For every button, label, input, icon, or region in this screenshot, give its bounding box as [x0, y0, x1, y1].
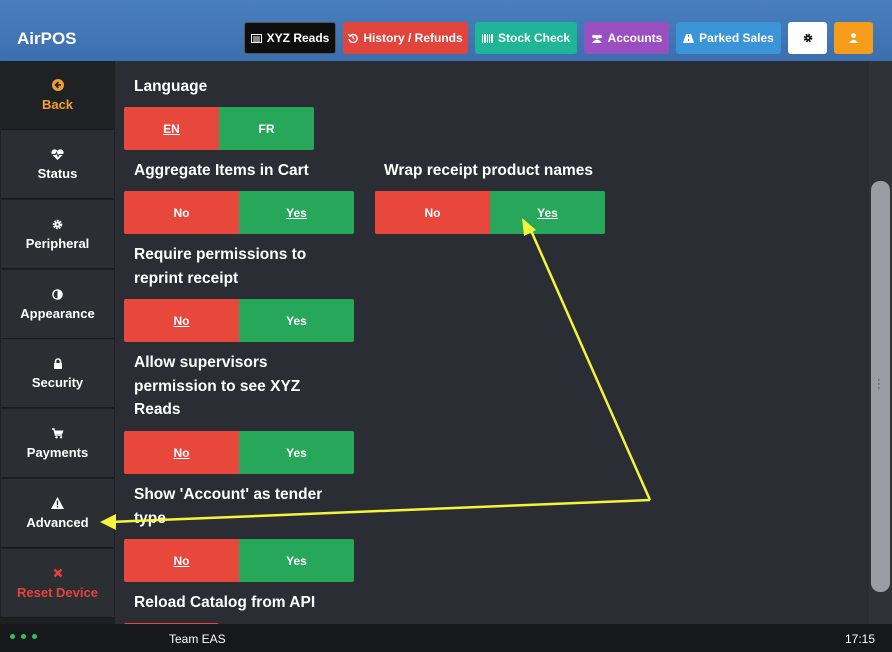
history-refunds-label: History / Refunds	[363, 31, 463, 45]
wrap-receipt-label: Wrap receipt product names	[384, 162, 594, 179]
accounts-button[interactable]: Accounts	[584, 22, 669, 54]
heartbeat-icon	[51, 148, 64, 161]
xyz-reads-label: XYZ Reads	[266, 31, 330, 45]
gear-icon	[803, 33, 813, 43]
account-tender-yes-button[interactable]: Yes	[239, 539, 354, 582]
sidebar-item-label: Back	[41, 96, 74, 112]
aggregate-items-toggle: No Yes	[124, 191, 354, 234]
sidebar-item-status[interactable]: Status	[1, 130, 114, 199]
label-line: Show 'Account' as tender	[134, 486, 323, 503]
sidebar-item-advanced[interactable]: Advanced	[1, 479, 114, 548]
wrap-yes-button[interactable]: Yes	[490, 191, 605, 234]
close-icon	[53, 567, 63, 580]
users-icon	[591, 34, 603, 43]
sidebar-item-label: Payments	[26, 444, 89, 460]
settings-panel: Language EN FR Aggregate Items in Cart N…	[115, 61, 869, 624]
supervisors-permission-label: Allow supervisors permission to see XYZ …	[134, 351, 300, 422]
parked-sales-label: Parked Sales	[699, 31, 774, 45]
aggregate-items-label: Aggregate Items in Cart	[134, 162, 309, 179]
sidebar-item-back[interactable]: Back	[1, 61, 114, 130]
reprint-permission-toggle: No Yes	[124, 299, 354, 342]
label-line: Require permissions to	[134, 246, 307, 263]
history-refunds-button[interactable]: History / Refunds	[343, 22, 468, 54]
reprint-no-button[interactable]: No	[124, 299, 239, 342]
sidebar-item-label: Reset Device	[17, 584, 98, 600]
sidebar-item-reset-device[interactable]: Reset Device	[1, 549, 114, 618]
gear-icon	[52, 218, 63, 231]
account-tender-no-button[interactable]: No	[124, 539, 239, 582]
sidebar-item-label: Advanced	[26, 514, 89, 530]
aggregate-yes-button[interactable]: Yes	[239, 191, 354, 234]
accounts-label: Accounts	[607, 31, 663, 45]
settings-button[interactable]	[788, 22, 827, 54]
arrow-left-circle-icon	[51, 79, 64, 92]
label-line: type	[134, 509, 166, 527]
language-en-button[interactable]: EN	[124, 107, 219, 150]
parked-sales-button[interactable]: Parked Sales	[676, 22, 781, 54]
status-bar: Team EAS 17:15	[0, 624, 892, 652]
sidebar-item-label: Peripheral	[25, 235, 90, 251]
account-tender-label: Show 'Account' as tender type	[134, 483, 322, 530]
sidebar-item-appearance[interactable]: Appearance	[1, 270, 114, 339]
label-line: Reads	[134, 401, 181, 418]
wrap-receipt-toggle: No Yes	[375, 191, 605, 234]
cart-icon	[51, 427, 64, 440]
stock-check-label: Stock Check	[497, 31, 571, 45]
language-fr-button[interactable]: FR	[219, 107, 314, 150]
app-title: AirPOS	[17, 29, 77, 48]
sidebar: Back Status Peripheral Appearance Securi…	[0, 61, 115, 624]
account-tender-toggle: No Yes	[124, 539, 354, 582]
warning-icon	[51, 497, 64, 510]
label-line: Allow supervisors	[134, 354, 268, 371]
supervisors-no-button[interactable]: No	[124, 431, 239, 474]
sidebar-item-label: Security	[31, 374, 84, 390]
user-button[interactable]	[834, 22, 873, 54]
supervisors-yes-button[interactable]: Yes	[239, 431, 354, 474]
label-line: reprint receipt	[134, 269, 239, 287]
lock-icon	[53, 357, 63, 370]
barcode-icon	[481, 33, 493, 43]
team-name: Team EAS	[169, 632, 226, 646]
sidebar-item-label: Appearance	[20, 305, 95, 321]
sidebar-item-security[interactable]: Security	[1, 339, 114, 408]
xyz-reads-button[interactable]: XYZ Reads	[244, 22, 336, 54]
reprint-yes-button[interactable]: Yes	[239, 299, 354, 342]
label-line: permission to see XYZ	[134, 377, 301, 395]
sidebar-item-peripheral[interactable]: Peripheral	[1, 200, 114, 269]
contrast-icon	[52, 288, 63, 301]
history-icon	[348, 33, 359, 43]
user-icon	[849, 33, 858, 43]
stock-check-button[interactable]: Stock Check	[475, 22, 577, 54]
clock: 17:15	[844, 632, 875, 646]
reload-catalog-label: Reload Catalog from API	[134, 594, 316, 611]
supervisors-permission-toggle: No Yes	[124, 431, 354, 474]
road-icon	[683, 33, 695, 43]
sidebar-item-payments[interactable]: Payments	[1, 409, 114, 478]
connection-status-icon	[10, 634, 37, 639]
sidebar-item-label: Status	[37, 165, 78, 181]
wrap-no-button[interactable]: No	[375, 191, 490, 234]
reprint-permission-label: Require permissions to reprint receipt	[134, 243, 306, 290]
language-label: Language	[134, 78, 208, 95]
report-icon	[250, 33, 262, 43]
aggregate-no-button[interactable]: No	[124, 191, 239, 234]
top-bar: AirPOS XYZ Reads History / Refunds Stock…	[0, 0, 892, 62]
language-toggle: EN FR	[124, 107, 314, 150]
scrollbar-grip-icon: · · ·	[877, 374, 881, 394]
